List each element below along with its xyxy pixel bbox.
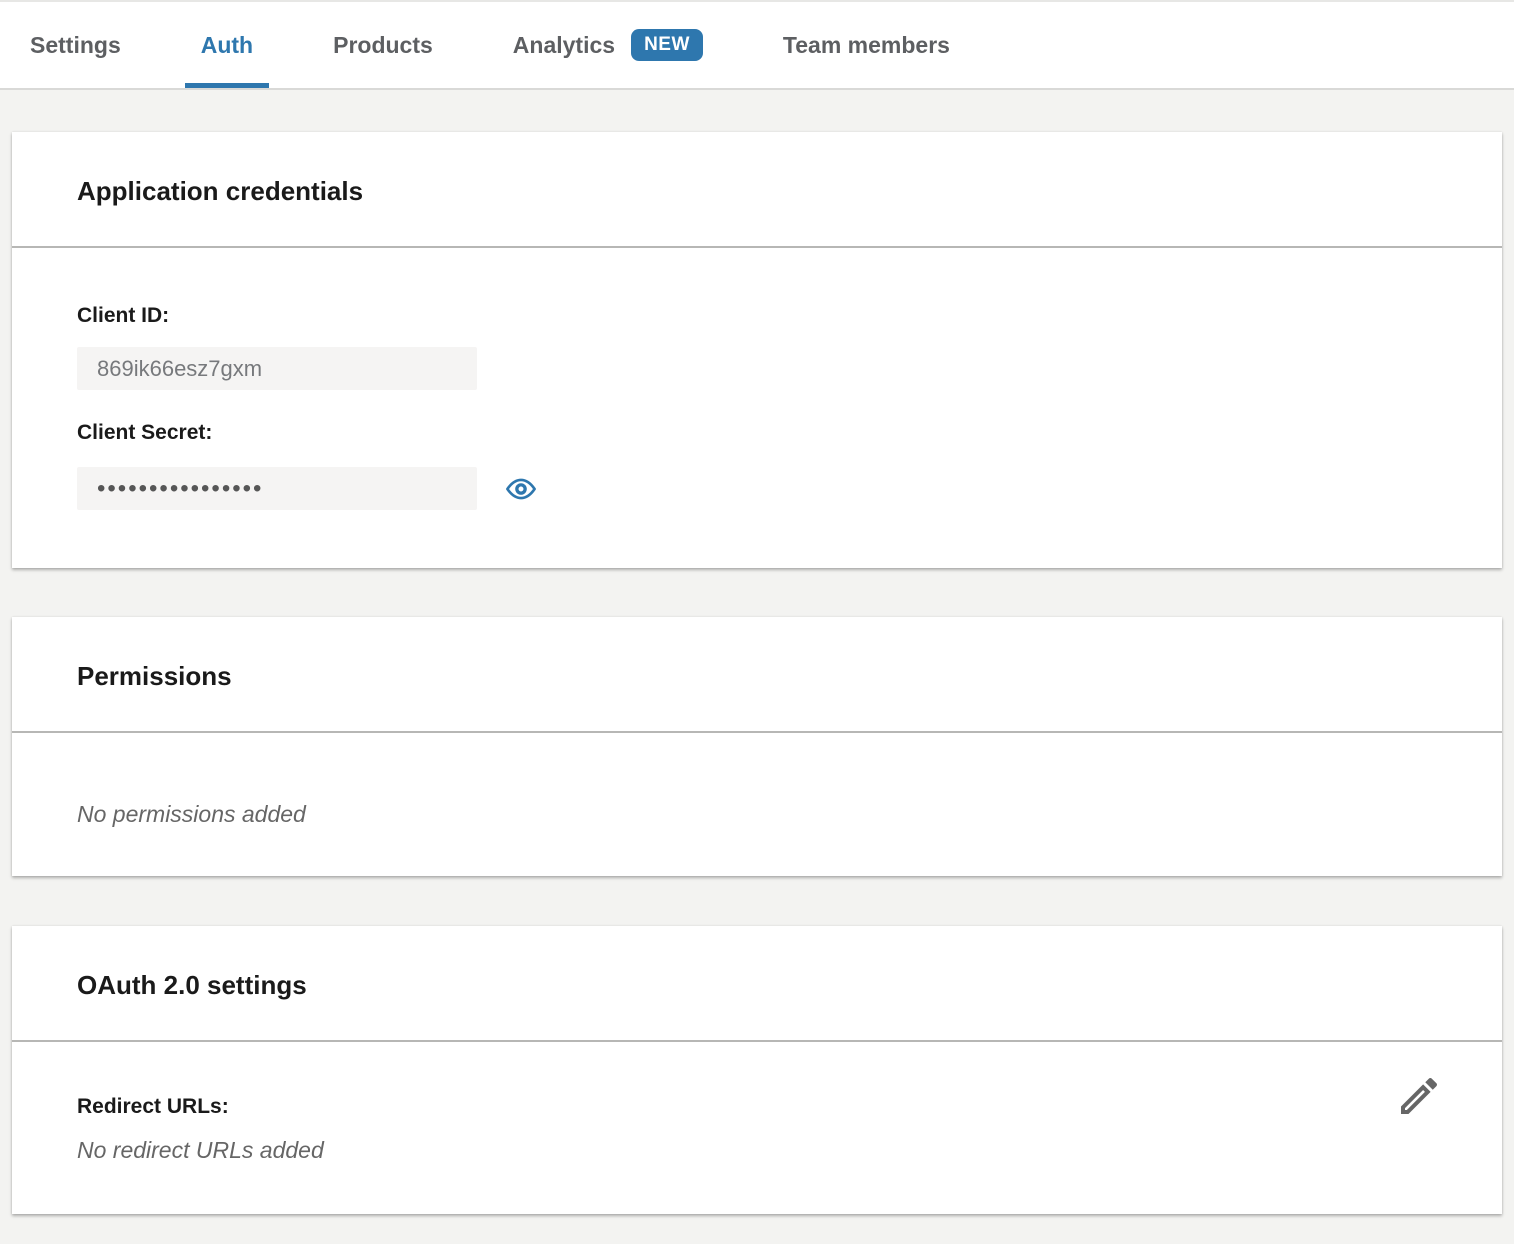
- client-secret-field[interactable]: ••••••••••••••••: [77, 467, 477, 510]
- permissions-empty-state: No permissions added: [77, 801, 1438, 828]
- permissions-title: Permissions: [12, 617, 1502, 733]
- client-secret-label: Client Secret:: [77, 421, 1438, 445]
- oauth-settings-body: Redirect URLs: No redirect URLs added: [12, 1042, 1502, 1214]
- permissions-body: No permissions added: [12, 733, 1502, 876]
- client-id-label: Client ID:: [77, 304, 1438, 328]
- pencil-icon: [1395, 1072, 1443, 1120]
- redirect-urls-empty-state: No redirect URLs added: [77, 1137, 1438, 1164]
- tab-bar: Settings Auth Products Analytics NEW Tea…: [0, 0, 1514, 90]
- redirect-urls-label: Redirect URLs:: [77, 1095, 1438, 1119]
- tab-products[interactable]: Products: [317, 2, 449, 88]
- tab-settings[interactable]: Settings: [14, 2, 137, 88]
- tab-team-members[interactable]: Team members: [767, 2, 966, 88]
- permissions-card: Permissions No permissions added: [12, 617, 1502, 876]
- oauth-settings-title: OAuth 2.0 settings: [12, 926, 1502, 1042]
- client-secret-row: ••••••••••••••••: [77, 445, 1438, 510]
- application-credentials-title: Application credentials: [12, 132, 1502, 248]
- application-credentials-body: Client ID: 869ik66esz7gxm Client Secret:…: [12, 248, 1502, 568]
- reveal-secret-button[interactable]: [503, 473, 539, 505]
- application-credentials-card: Application credentials Client ID: 869ik…: [12, 132, 1502, 568]
- new-badge: NEW: [631, 29, 703, 61]
- tab-analytics-label: Analytics: [513, 32, 615, 59]
- tab-analytics[interactable]: Analytics NEW: [497, 2, 719, 88]
- client-id-field[interactable]: 869ik66esz7gxm: [77, 347, 477, 390]
- oauth-settings-card: OAuth 2.0 settings Redirect URLs: No red…: [12, 926, 1502, 1214]
- edit-redirect-urls-button[interactable]: [1395, 1072, 1443, 1120]
- tab-auth[interactable]: Auth: [185, 2, 269, 88]
- eye-icon: [503, 473, 539, 505]
